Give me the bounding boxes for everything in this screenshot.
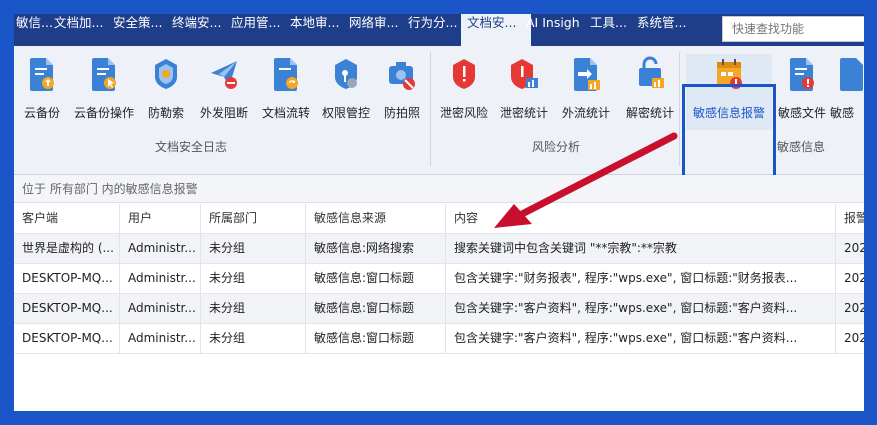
tool-label: 外流统计	[561, 106, 610, 120]
group-label-sensitive-info: 敏感信息	[777, 140, 826, 154]
menu-item-security-policy[interactable]: 安全策...	[107, 14, 168, 46]
group-separator	[679, 52, 680, 166]
cell-user: Administr...	[120, 234, 201, 263]
tool-cloud-backup[interactable]: 云备份	[14, 56, 74, 121]
column-header-department[interactable]: 所属部门	[201, 204, 306, 233]
leak-statistics-icon	[511, 59, 538, 89]
selected-tool-highlight	[682, 84, 776, 178]
menu-item-tools[interactable]: 工具...	[584, 14, 633, 46]
column-header-content[interactable]: 内容	[446, 204, 836, 233]
column-header-client[interactable]: 客户端	[14, 204, 120, 233]
table-header: 客户端 用户 所属部门 敏感信息来源 内容 报警	[14, 204, 864, 234]
tool-label: 云备份操作	[73, 106, 134, 120]
tool-leak-risk[interactable]: 泄密风险	[432, 56, 496, 121]
cell-client: 世界是虚构的 (...	[14, 234, 120, 263]
tool-send-block[interactable]: 外发阻断	[192, 56, 256, 121]
column-header-alarm[interactable]: 报警	[836, 204, 864, 233]
cloud-backup-icon	[30, 58, 54, 91]
cloud-backup-operation-icon	[92, 58, 116, 91]
cell-user: Administr...	[120, 264, 201, 293]
tool-sensitive[interactable]: 敏感	[830, 56, 864, 121]
cell-alarm: 202	[836, 234, 864, 263]
menu-item-app-management[interactable]: 应用管...	[225, 14, 286, 46]
permission-control-icon	[335, 59, 357, 89]
leak-risk-icon	[453, 59, 475, 89]
outflow-statistics-icon	[574, 58, 600, 91]
cell-client: DESKTOP-MQ...	[14, 324, 120, 353]
menu-item-doc-encryption[interactable]: 文档加...	[48, 14, 109, 46]
menu-item-local-audit[interactable]: 本地审...	[284, 14, 345, 46]
table-row[interactable]: DESKTOP-MQ... Administr... 未分组 敏感信息:窗口标题…	[14, 324, 864, 354]
document-flow-icon	[274, 58, 298, 91]
cell-source: 敏感信息:窗口标题	[306, 324, 446, 353]
tool-label: 防拍照	[383, 106, 420, 120]
cell-alarm: 202	[836, 294, 864, 323]
tool-anti-photo[interactable]: 防拍照	[370, 56, 434, 121]
column-header-user[interactable]: 用户	[120, 204, 201, 233]
cell-content: 包含关键字:"客户资料", 程序:"wps.exe", 窗口标题:"客户资料..…	[446, 324, 836, 353]
tool-label: 敏感	[830, 106, 855, 120]
cell-source: 敏感信息:网络搜索	[306, 234, 446, 263]
tool-sensitive-file[interactable]: 敏感文件	[770, 56, 834, 121]
send-block-icon	[211, 61, 237, 89]
cell-source: 敏感信息:窗口标题	[306, 294, 446, 323]
cell-source: 敏感信息:窗口标题	[306, 264, 446, 293]
tool-label: 防勒索	[147, 106, 184, 120]
decrypt-statistics-icon	[639, 56, 664, 88]
cell-client: DESKTOP-MQ...	[14, 294, 120, 323]
menu-item-network-audit[interactable]: 网络审...	[343, 14, 404, 46]
tool-leak-statistics[interactable]: 泄密统计	[492, 56, 556, 121]
tool-document-flow[interactable]: 文档流转	[254, 56, 318, 121]
cell-content: 搜索关键词中包含关键词 "**宗教":**宗教	[446, 234, 836, 263]
tool-label: 泄密风险	[439, 106, 488, 120]
app-window: 敏信... 文档加... 安全策... 终端安... 应用管... 本地审...…	[14, 14, 864, 411]
anti-ransomware-icon	[155, 59, 177, 89]
menu-item-system-management[interactable]: 系统管...	[631, 14, 692, 46]
tool-anti-ransomware[interactable]: 防勒索	[134, 56, 198, 121]
tool-permission-control[interactable]: 权限管控	[314, 56, 378, 121]
group-separator	[430, 52, 431, 166]
tool-label: 云备份	[23, 106, 60, 120]
menu-item-behavior-analysis[interactable]: 行为分...	[402, 14, 463, 46]
sensitive-file-icon	[790, 58, 814, 91]
cell-department: 未分组	[201, 234, 306, 263]
alarm-table: 客户端 用户 所属部门 敏感信息来源 内容 报警 世界是虚构的 (... Adm…	[14, 204, 864, 354]
search-input[interactable]	[730, 21, 864, 37]
ribbon-toolbar: 云备份 云备份操作 防勒索 外发阻断 文档流转 权限管控 防拍照 泄密风险 泄密…	[14, 46, 864, 178]
sensitive-icon	[840, 58, 863, 91]
table-row[interactable]: 世界是虚构的 (... Administr... 未分组 敏感信息:网络搜索 搜…	[14, 234, 864, 264]
tool-outflow-statistics[interactable]: 外流统计	[554, 56, 618, 121]
menu-item-endpoint-security[interactable]: 终端安...	[166, 14, 227, 46]
breadcrumb: 位于 所有部门 内的敏感信息报警	[14, 175, 864, 203]
table-row[interactable]: DESKTOP-MQ... Administr... 未分组 敏感信息:窗口标题…	[14, 294, 864, 324]
cell-content: 包含关键字:"客户资料", 程序:"wps.exe", 窗口标题:"客户资料..…	[446, 294, 836, 323]
cell-department: 未分组	[201, 324, 306, 353]
cell-department: 未分组	[201, 264, 306, 293]
tool-decrypt-statistics[interactable]: 解密统计	[618, 56, 682, 121]
tool-label: 解密统计	[625, 106, 674, 120]
cell-alarm: 202	[836, 324, 864, 353]
tool-label: 权限管控	[321, 106, 370, 120]
column-header-source[interactable]: 敏感信息来源	[306, 204, 446, 233]
group-label-doc-security-log: 文档安全日志	[155, 140, 228, 154]
tool-cloud-backup-operation[interactable]: 云备份操作	[70, 56, 138, 121]
table-row[interactable]: DESKTOP-MQ... Administr... 未分组 敏感信息:窗口标题…	[14, 264, 864, 294]
cell-user: Administr...	[120, 324, 201, 353]
menu-bar: 敏信... 文档加... 安全策... 终端安... 应用管... 本地审...…	[14, 14, 864, 46]
cell-client: DESKTOP-MQ...	[14, 264, 120, 293]
cell-department: 未分组	[201, 294, 306, 323]
group-label-risk-analysis: 风险分析	[532, 140, 581, 154]
cell-content: 包含关键字:"财务报表", 程序:"wps.exe", 窗口标题:"财务报表..…	[446, 264, 836, 293]
menu-item-ai-insight[interactable]: AI Insigh	[520, 14, 586, 46]
search-box[interactable]	[722, 16, 864, 42]
anti-photo-icon	[389, 62, 415, 90]
tool-label: 外发阻断	[199, 106, 248, 120]
tool-label: 文档流转	[261, 106, 310, 120]
tool-label: 敏感文件	[777, 106, 826, 120]
cell-alarm: 202	[836, 264, 864, 293]
cell-user: Administr...	[120, 294, 201, 323]
tool-label: 泄密统计	[499, 106, 548, 120]
